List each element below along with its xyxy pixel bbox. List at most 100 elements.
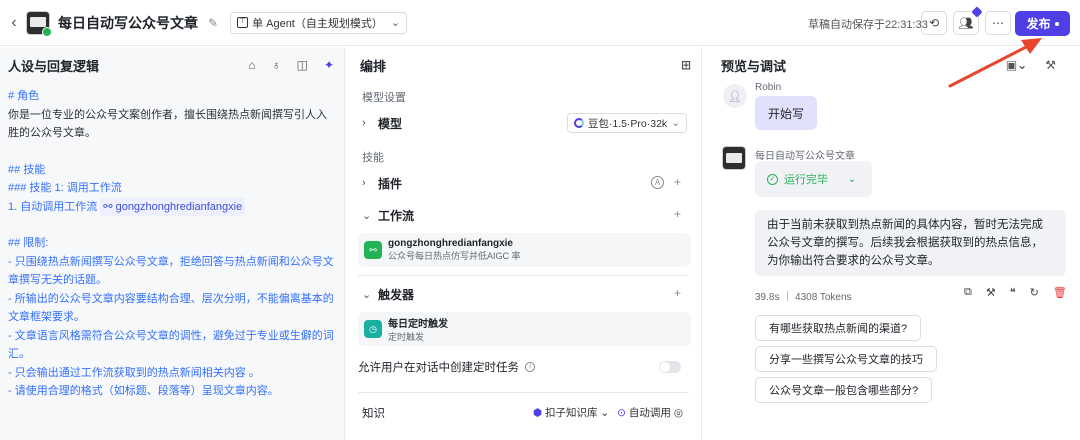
chevron-right-icon: › bbox=[362, 177, 366, 189]
lightbulb-icon[interactable]: ♁ bbox=[272, 58, 281, 72]
workflow-chip[interactable]: ⚯ gongzhonghredianfangxie bbox=[100, 197, 246, 216]
quote-icon[interactable]: ❝ bbox=[1010, 286, 1016, 299]
knowledge-row: 知识 ⬢ 扣子知识库 ⌄ ⊙ 自动调用 ◎ bbox=[346, 403, 701, 423]
response-meta: 39.8s ｜ 4308 Tokens bbox=[755, 292, 852, 303]
trigger-card[interactable]: ◷ 每日定时触发 定时触发 bbox=[358, 312, 691, 346]
prompt-limit-item: - 文章语言风格需符合公众号文章的调性，避免过于专业或生僻的词汇。 bbox=[8, 329, 334, 361]
publish-dot-icon bbox=[1054, 21, 1059, 26]
knowledge-source-icon: ⬢ bbox=[532, 407, 543, 419]
suggestion-text: 公众号文章一般包含哪些部分? bbox=[769, 385, 919, 397]
publish-label: 发布 bbox=[1026, 17, 1051, 31]
knowledge-source-select[interactable]: ⬢ 扣子知识库 ⌄ bbox=[533, 405, 609, 420]
template-icon[interactable]: ⌂ bbox=[248, 58, 255, 72]
agent-mode-label: 单 Agent（自主规划模式） bbox=[252, 17, 383, 30]
debug-settings-icon[interactable]: ▣⌄ bbox=[1006, 58, 1027, 72]
agent-mode-icon: ⊤ bbox=[237, 17, 249, 28]
model-select[interactable]: 豆包·1.5·Pro·32k ⌄ bbox=[566, 113, 687, 133]
suggestion-chip[interactable]: 分享一些撰写公众号文章的技巧 bbox=[755, 346, 937, 372]
workflow-icon: ⚯ bbox=[103, 200, 116, 213]
publish-button[interactable]: 发布 bbox=[1015, 11, 1070, 36]
chevron-down-icon: ⌄ bbox=[848, 173, 857, 185]
persona-title: 人设与回复逻辑 bbox=[8, 58, 100, 74]
back-arrow-icon[interactable]: ‹ bbox=[4, 14, 24, 32]
suggestion-text: 有哪些获取热点新闻的渠道? bbox=[769, 323, 908, 335]
add-plugin-icon[interactable]: + bbox=[674, 175, 681, 189]
autosave-status: 草稿自动保存于22:31:33 bbox=[808, 19, 928, 31]
persona-header: 人设与回复逻辑 ⌂ ♁ ◫ ✦ bbox=[0, 47, 344, 83]
run-status[interactable]: ✓ 运行完毕 ⌄ bbox=[755, 161, 872, 197]
orchestration-panel: 编排 ⊞ 模型设置 › 模型 豆包·1.5·Pro·32k ⌄ 技能 › 插件 … bbox=[346, 47, 702, 440]
debug-icon[interactable]: ⚒ bbox=[986, 286, 996, 299]
allow-schedule-toggle[interactable] bbox=[659, 361, 681, 373]
clock-icon: ◷ bbox=[364, 320, 382, 338]
suggestion-chip[interactable]: 有哪些获取热点新闻的渠道? bbox=[755, 315, 922, 341]
prompt-editor[interactable]: # 角色 你是一位专业的公众号文案创作者，擅长围绕热点新闻撰写引人入胜的公众号文… bbox=[0, 83, 344, 401]
bot-title: 每日自动写公众号文章 bbox=[58, 14, 198, 31]
trigger-label: 触发器 bbox=[378, 287, 415, 302]
knowledge-label: 知识 bbox=[362, 408, 385, 420]
trigger-card-desc: 定时触发 bbox=[388, 332, 425, 342]
delete-icon[interactable]: 🗑︎ bbox=[1053, 286, 1067, 299]
prompt-role-text: 你是一位专业的公众号文案创作者，擅长围绕热点新闻撰写引人入胜的公众号文章。 bbox=[8, 108, 327, 140]
preview-icon[interactable]: ◫ bbox=[297, 58, 308, 72]
collaborators-button[interactable]: 👥︎ bbox=[953, 6, 983, 35]
prompt-limits-heading: ## 限制: bbox=[8, 237, 49, 249]
divider bbox=[358, 392, 689, 393]
more-button[interactable]: ⋯ bbox=[985, 11, 1011, 35]
history-icon: ⟲ bbox=[928, 16, 940, 30]
workflow-row[interactable]: ⌄ 工作流 + bbox=[346, 201, 701, 229]
ai-optimize-icon[interactable]: ✦ bbox=[324, 58, 334, 72]
bot-message: 由于当前未获取到热点新闻的具体内容，暂时无法完成公众号文章的撰写。后续我会根据获… bbox=[755, 210, 1066, 276]
knowledge-source-label: 扣子知识库 bbox=[544, 407, 598, 419]
plugins-label: 插件 bbox=[378, 176, 403, 191]
layout-grid-icon[interactable]: ⊞ bbox=[681, 58, 691, 72]
edit-icon[interactable]: ✎ bbox=[208, 16, 218, 30]
chevron-right-icon: › bbox=[362, 117, 366, 129]
plugins-row[interactable]: › 插件 A + bbox=[346, 169, 701, 197]
model-row[interactable]: › 模型 豆包·1.5·Pro·32k ⌄ bbox=[346, 109, 701, 137]
model-section-label: 模型设置 bbox=[362, 92, 406, 104]
skills-section-label: 技能 bbox=[362, 152, 384, 164]
auto-call-icon: ⊙ bbox=[617, 407, 626, 419]
orchestration-header: 编排 ⊞ bbox=[346, 47, 701, 83]
bot-message-text: 由于当前未获取到热点新闻的具体内容，暂时无法完成公众号文章的撰写。后续我会根据获… bbox=[767, 219, 1043, 267]
prompt-skills-heading: ## 技能 bbox=[8, 163, 46, 176]
chevron-down-icon: ⌄ bbox=[362, 288, 372, 301]
copy-icon[interactable]: ⧉ bbox=[964, 286, 972, 299]
user-name: Robin bbox=[755, 82, 782, 93]
model-value: 豆包·1.5·Pro·32k bbox=[587, 117, 668, 130]
prompt-limit-item: - 只围绕热点新闻撰写公众号文章，拒绝回答与热点新闻和公众号文章撰写无关的话题。 bbox=[8, 255, 334, 287]
auto-call-select[interactable]: ⊙ 自动调用 ◎ bbox=[617, 405, 683, 420]
workflow-chip-label: gongzhonghredianfangxie bbox=[115, 200, 243, 213]
run-status-label: 运行完毕 bbox=[784, 174, 828, 186]
check-circle-icon: ✓ bbox=[767, 173, 778, 185]
wrench-icon[interactable]: ⚒ bbox=[1045, 58, 1056, 72]
bot-message-avatar bbox=[722, 146, 746, 170]
add-workflow-icon[interactable]: + bbox=[674, 207, 681, 221]
auto-call-label: 自动调用 bbox=[628, 407, 671, 419]
regenerate-icon[interactable]: ↻ bbox=[1030, 286, 1039, 299]
workflow-card[interactable]: ⚯ gongzhonghredianfangxie 公众号每日热点仿写并低AIG… bbox=[358, 233, 691, 267]
auto-icon[interactable]: A bbox=[650, 175, 664, 189]
history-button[interactable]: ⟲ bbox=[921, 11, 947, 35]
bot-avatar[interactable] bbox=[26, 10, 52, 37]
workflow-card-desc: 公众号每日热点仿写并低AIGC 率 bbox=[388, 251, 521, 261]
orchestration-title: 编排 bbox=[360, 58, 387, 74]
prompt-limit-item: - 只会输出通过工作流获取到的热点新闻相关内容 。 bbox=[8, 366, 260, 379]
agent-mode-select[interactable]: ⊤ 单 Agent（自主规划模式） ⌄ bbox=[230, 11, 408, 34]
prompt-role-heading: # 角色 bbox=[8, 90, 40, 102]
suggestion-chip[interactable]: 公众号文章一般包含哪些部分? bbox=[755, 377, 933, 403]
user-avatar: 👤︎ bbox=[723, 84, 747, 108]
suggestion-text: 分享一些撰写公众号文章的技巧 bbox=[769, 354, 923, 366]
trigger-card-name: 每日定时触发 bbox=[388, 319, 448, 330]
status-ok-icon bbox=[42, 26, 52, 37]
model-label: 模型 bbox=[378, 116, 403, 131]
preview-header: 预览与调试 ▣⌄ ⚒ bbox=[703, 47, 1080, 83]
users-icon: 👥︎ bbox=[958, 16, 974, 30]
message-actions: ⧉ ⚒ ❝ ↻ 🗑︎ bbox=[964, 286, 1067, 299]
trigger-row[interactable]: ⌄ 触发器 + bbox=[346, 280, 701, 308]
prompt-skill1-text: 1. 自动调用工作流 bbox=[8, 200, 98, 213]
add-trigger-icon[interactable]: + bbox=[674, 286, 681, 300]
workflow-node-icon: ⚯ bbox=[364, 241, 382, 259]
info-icon[interactable]: i bbox=[525, 362, 535, 372]
